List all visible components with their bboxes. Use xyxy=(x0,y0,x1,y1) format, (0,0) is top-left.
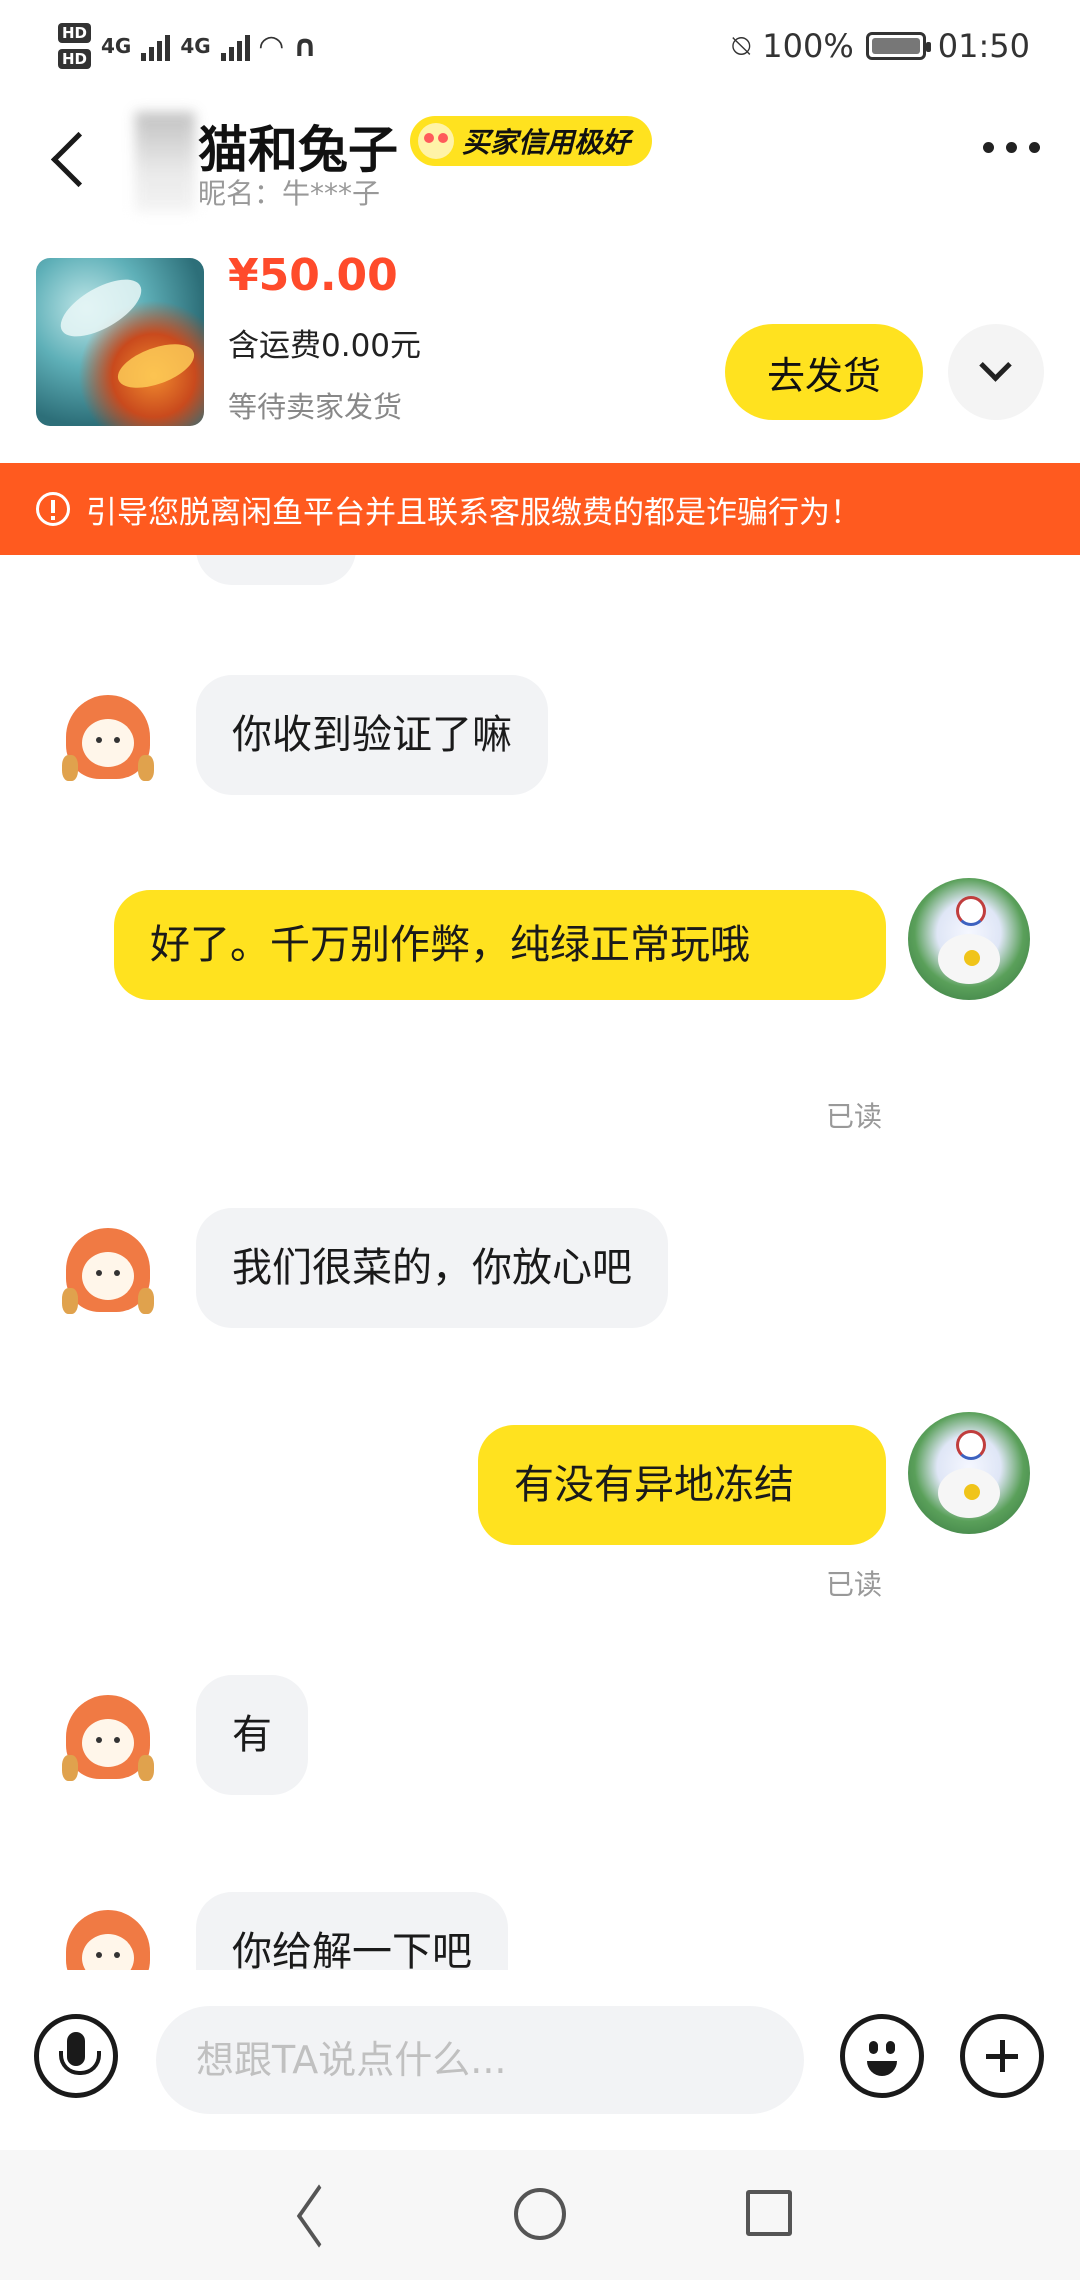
status-right: ⍉ 100% 01:50 xyxy=(732,27,1030,65)
network-type-label: 4G xyxy=(180,34,211,58)
status-left: HD HD 4G 4G ◠ ∩ xyxy=(58,23,317,69)
message-bubble-incoming[interactable]: 有 xyxy=(196,1675,308,1795)
read-receipt: 已读 xyxy=(826,1568,883,1601)
hd-icon: HD xyxy=(58,49,92,69)
input-bar xyxy=(0,1970,1080,2120)
network-type-label: 4G xyxy=(101,34,132,58)
mute-bell-icon: ⍉ xyxy=(732,28,751,64)
product-card[interactable]: ¥50.00 含运费0.00元 等待卖家发货 去发货 xyxy=(0,250,1080,450)
clock: 01:50 xyxy=(937,27,1030,65)
shipping-info: 含运费0.00元 xyxy=(228,328,422,364)
user-avatar[interactable] xyxy=(908,878,1030,1000)
nav-back-icon[interactable] xyxy=(286,2190,336,2240)
add-attachment-icon[interactable] xyxy=(960,2014,1044,2098)
nav-home-icon[interactable] xyxy=(514,2188,566,2240)
battery-icon xyxy=(865,32,931,60)
contact-avatar[interactable] xyxy=(62,1910,154,1970)
battery-level: 100% xyxy=(762,27,854,65)
message-bubble-incoming[interactable]: 你收到验证了嘛 xyxy=(196,675,548,795)
message-bubble-outgoing[interactable]: 好了。千万别作弊，纯绿正常玩哦 xyxy=(114,890,886,1000)
chat-header: 猫和兔子 买家信用极好 昵名：牛***子 xyxy=(0,92,1080,242)
ship-button[interactable]: 去发货 xyxy=(725,324,923,420)
signal-icon xyxy=(141,31,171,61)
wifi-icon: ◠ xyxy=(259,28,283,64)
chevron-down-icon[interactable] xyxy=(948,324,1044,420)
avatar-blur xyxy=(135,112,195,212)
read-receipt: 已读 xyxy=(826,1100,883,1133)
microphone-icon[interactable] xyxy=(34,2014,118,2098)
message-bubble-incoming[interactable]: 我们很菜的，你放心吧 xyxy=(196,1208,668,1328)
fraud-warning-banner: 引导您脱离闲鱼平台并且联系客服缴费的都是诈骗行为！ xyxy=(0,463,1080,555)
message-list[interactable]: 你收到验证了嘛 好了。千万别作弊，纯绿正常玩哦 已读 我们很菜的，你放心吧 有没… xyxy=(0,555,1080,1970)
order-status: 等待卖家发货 xyxy=(228,390,403,424)
hd-icons: HD HD xyxy=(58,23,92,69)
hd-icon: HD xyxy=(58,23,92,43)
message-bubble-partial xyxy=(196,555,356,585)
contact-avatar[interactable] xyxy=(62,1695,154,1787)
heart-eyes-icon xyxy=(418,123,454,159)
nav-recents-icon[interactable] xyxy=(746,2190,792,2236)
status-bar: HD HD 4G 4G ◠ ∩ ⍉ 100% 01:50 xyxy=(0,0,1080,92)
contact-avatar[interactable] xyxy=(62,1228,154,1320)
contact-avatar[interactable] xyxy=(62,695,154,787)
credit-badge-label: 买家信用极好 xyxy=(462,126,631,159)
credit-badge[interactable]: 买家信用极好 xyxy=(410,116,653,166)
emoji-icon[interactable] xyxy=(840,2014,924,2098)
message-bubble-incoming[interactable]: 你给解一下吧 xyxy=(196,1892,508,1970)
system-navigation-bar xyxy=(0,2150,1080,2280)
headset-icon: ∩ xyxy=(292,28,318,64)
product-image[interactable] xyxy=(36,258,204,426)
back-button[interactable] xyxy=(45,122,105,192)
more-options-icon[interactable] xyxy=(983,142,1040,153)
message-input[interactable] xyxy=(156,2006,804,2114)
signal-icon xyxy=(220,31,250,61)
message-bubble-outgoing[interactable]: 有没有异地冻结 xyxy=(478,1425,886,1545)
contact-nickname: 昵名：牛***子 xyxy=(198,177,381,210)
product-price: ¥50.00 xyxy=(228,250,398,301)
alert-icon xyxy=(36,492,70,526)
user-avatar[interactable] xyxy=(908,1412,1030,1534)
warning-text: 引导您脱离闲鱼平台并且联系客服缴费的都是诈骗行为！ xyxy=(86,494,861,531)
